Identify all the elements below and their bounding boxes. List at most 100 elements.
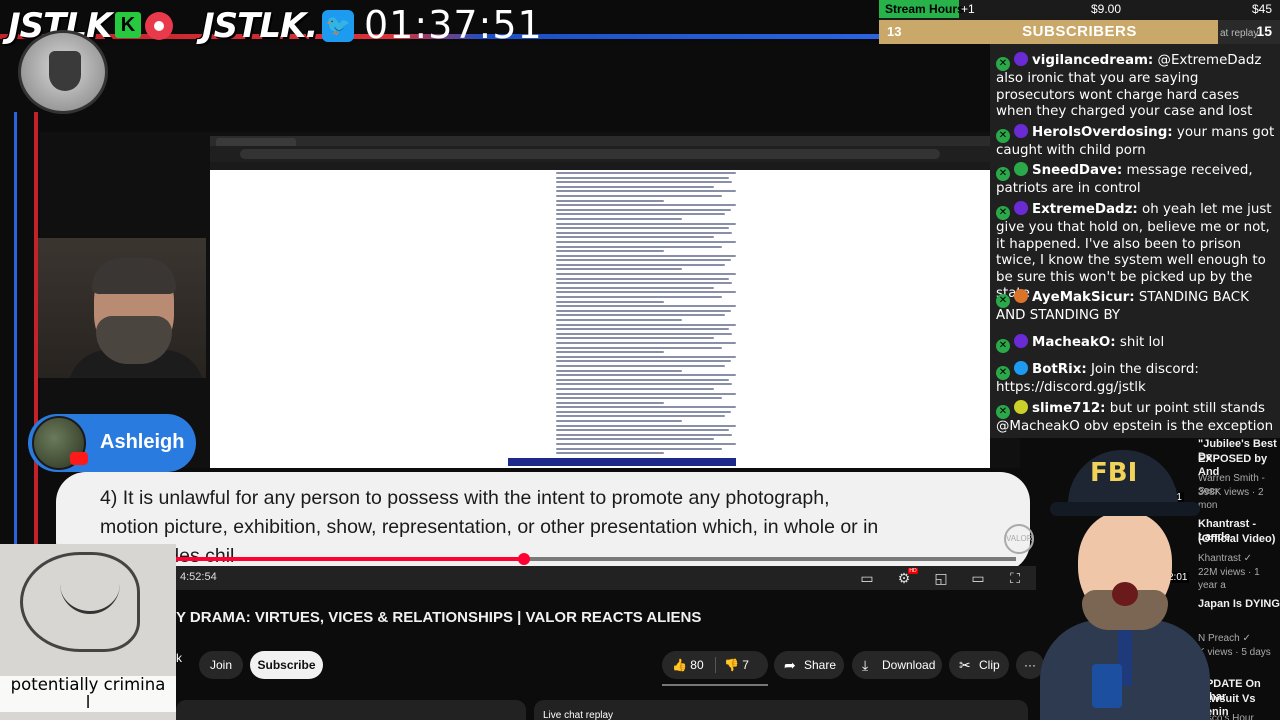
chat-avatar [1014, 361, 1028, 375]
document-text-line [556, 374, 736, 377]
stream-hours-label: Stream Hours [885, 2, 964, 16]
document-text-line [556, 424, 736, 427]
caption-line-1: 4) It is unlawful for any person to poss… [100, 487, 830, 509]
mascot-cap-text: FBI [1090, 458, 1138, 488]
chat-avatar [1014, 289, 1028, 303]
dislike-button[interactable]: 👎 7 [724, 651, 749, 679]
document-text-line [556, 323, 736, 326]
chat-avatar [1014, 334, 1028, 348]
document-text-line [556, 429, 729, 432]
chat-avatar [1014, 400, 1028, 414]
document-text-line [556, 387, 715, 390]
like-button[interactable]: 👍 80 [672, 651, 704, 679]
chat-username[interactable]: MacheakO: [1032, 335, 1116, 350]
document-text-line [556, 332, 733, 335]
video-title: Y DRAMA: VIRTUES, VICES & RELATIONSHIPS … [176, 609, 702, 626]
download-button[interactable]: ⤓ Download [852, 651, 942, 679]
browser-bookmarks-bar [210, 162, 990, 170]
sketch-caption: potentially crimina l [0, 676, 176, 712]
captions-icon[interactable]: ▭ [858, 570, 876, 586]
statute-document [556, 172, 736, 462]
channel-name[interactable]: k [176, 651, 182, 665]
moderator-badge-icon: ✕ [996, 405, 1010, 419]
chat-message: ✕ slime712: but ur point still stands @Ma… [996, 400, 1278, 436]
document-text-line [556, 369, 682, 372]
hd-badge: HD [908, 568, 918, 574]
document-text-line [556, 181, 733, 184]
document-text-line [556, 199, 664, 202]
moderator-badge-icon: ✕ [996, 167, 1010, 181]
document-text-line [556, 319, 682, 321]
like-ratio-bar [662, 684, 768, 686]
shield-logo-icon [18, 30, 108, 114]
chat-username[interactable]: ExtremeDadz: [1032, 202, 1138, 217]
document-text-line [556, 406, 736, 409]
document-text-line [556, 360, 731, 363]
chat-message: ✕ AyeMakSicur: STANDING BACK AND STANDING… [996, 289, 1278, 325]
subscribe-button[interactable]: Subscribe [250, 651, 323, 679]
stream-hours-bar: Stream Hours +1 $9.00 $45 [879, 0, 1280, 18]
document-text-line [556, 305, 736, 308]
document-text-line [556, 447, 722, 450]
stream-hours-goal: $45 [1251, 2, 1272, 16]
thumbs-down-icon: 👎 [724, 658, 743, 672]
chat-message: ✕ HeroIsOverdosing: your mans got caught … [996, 124, 1278, 160]
chat-username[interactable]: SneedDave: [1032, 163, 1122, 178]
share-button[interactable]: ➦ Share [774, 651, 844, 679]
download-icon: ⤓ [862, 657, 869, 673]
progress-scrubber[interactable] [518, 553, 530, 565]
moderator-badge-icon: ✕ [996, 129, 1010, 143]
document-text-line [556, 217, 682, 220]
miniplayer-icon[interactable]: ◱ [932, 570, 950, 586]
chat-message: ✕ BotRix: Join the discord: https://disco… [996, 361, 1278, 397]
theater-mode-icon[interactable]: ▭ [969, 570, 987, 586]
fullscreen-icon[interactable]: ⛶ [1006, 570, 1024, 586]
document-text-line [556, 420, 682, 423]
description-panel[interactable] [176, 700, 526, 720]
mascot-cap-brim [1050, 502, 1200, 516]
chat-username[interactable]: HeroIsOverdosing: [1032, 125, 1173, 140]
stream-hours-plus: +1 [961, 2, 975, 16]
host-name-tag: Ashleigh [28, 414, 196, 472]
chat-username[interactable]: BotRix: [1032, 362, 1087, 377]
like-divider [715, 657, 716, 673]
document-text-line [556, 204, 736, 207]
document-text-line [556, 443, 736, 446]
recommendation-title[interactable]: Japan Is DYING [1198, 598, 1280, 611]
document-text-line [556, 364, 726, 367]
document-text-line [556, 254, 736, 257]
caption-line-2: motion picture, exhibition, show, repres… [100, 516, 879, 538]
document-text-line [556, 314, 726, 317]
browser-url-field [240, 149, 940, 159]
brand-wordmark-twitter: JSTLK. [202, 6, 318, 46]
fbi-mascot: FBI [1040, 450, 1210, 720]
webcam-hair [92, 258, 176, 294]
clip-button[interactable]: ✂ Clip [949, 651, 1009, 679]
chat-message: ✕ ExtremeDadz: oh yeah let me just give y… [996, 201, 1278, 303]
document-text-line [556, 286, 715, 289]
join-button[interactable]: Join [199, 651, 243, 679]
document-text-line [556, 346, 722, 349]
moderator-badge-icon: ✕ [996, 366, 1010, 380]
document-text-line [556, 268, 682, 271]
document-text-line [556, 401, 664, 404]
chat-avatar [1014, 162, 1028, 176]
stream-clock: 01:37:51 [364, 3, 543, 47]
kick-icon: K [115, 12, 141, 38]
progress-fill [176, 557, 524, 561]
browser-tab [216, 138, 296, 146]
chat-message: ✕ vigilancedream: @ExtremeDadz also ironi… [996, 52, 1278, 121]
document-text-line [556, 263, 726, 266]
chat-username[interactable]: AyeMakSicur: [1032, 290, 1135, 305]
document-text-line [556, 194, 722, 197]
chat-username[interactable]: vigilancedream: [1032, 53, 1153, 68]
youtube-icon [70, 452, 88, 465]
document-text-line [556, 351, 664, 354]
share-label: Share [804, 658, 837, 672]
scissors-icon: ✂ [959, 657, 971, 673]
subscribers-bar: 13 SUBSCRIBERS at replay 15 [879, 20, 1280, 44]
chat-username[interactable]: slime712: [1032, 401, 1106, 416]
moderator-badge-icon: ✕ [996, 339, 1010, 353]
document-text-line [556, 309, 731, 312]
document-text-line [556, 277, 729, 280]
